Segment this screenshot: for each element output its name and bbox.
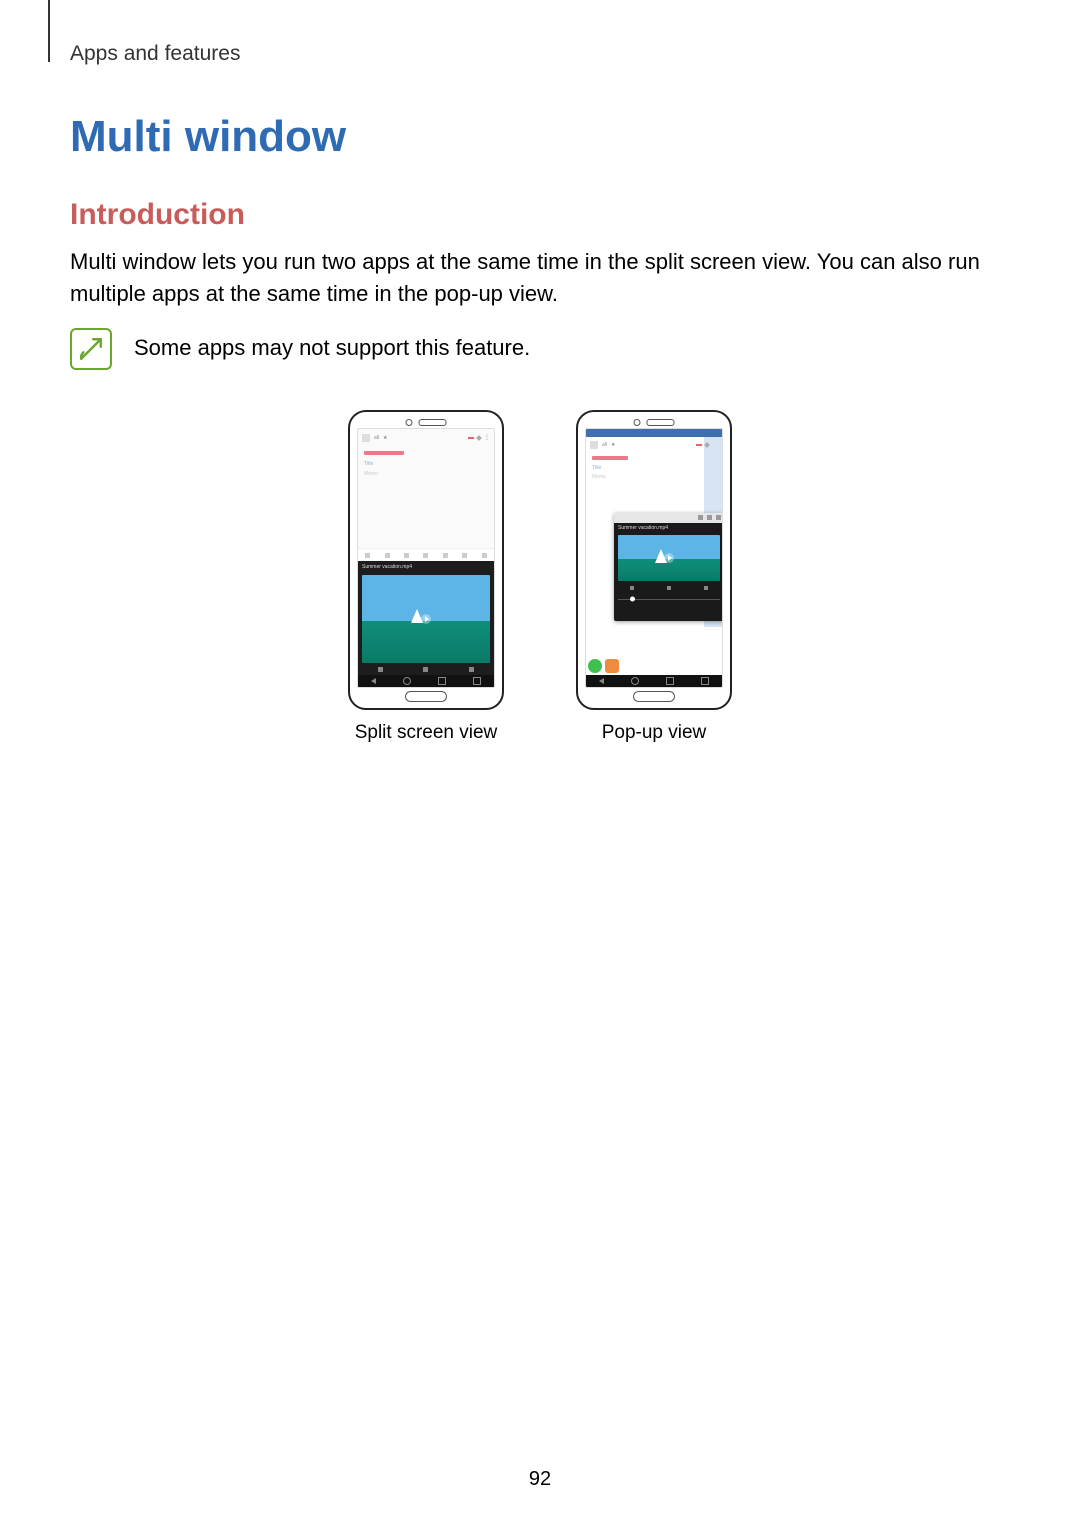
dock-icons: [588, 659, 619, 673]
close-icon: [716, 515, 721, 520]
page-tab-mark: [48, 0, 50, 62]
maximize-icon: [707, 515, 712, 520]
split-toolbar: [358, 548, 494, 561]
note-row: Some apps may not support this feature.: [70, 328, 1010, 370]
minimize-icon: [698, 515, 703, 520]
play-icon: [664, 553, 674, 563]
phone-screen: all★ ⋮ Title Memo Summer va: [585, 428, 723, 688]
background-app: all★ ⋮ Title Memo Summer va: [586, 429, 722, 687]
seek-bar: [618, 595, 720, 603]
page-number: 92: [0, 1468, 1080, 1491]
phone-app-icon: [588, 659, 602, 673]
intro-paragraph: Multi window lets you run two apps at th…: [70, 246, 1010, 310]
play-icon: [421, 614, 431, 624]
phone-earpiece: [634, 419, 675, 426]
phone-screen: all★ ⋮ Title Memo Summer vacation.mp4: [357, 428, 495, 688]
popup-titlebar: [614, 513, 723, 523]
figure-caption: Pop-up view: [602, 722, 707, 744]
figure-caption: Split screen view: [355, 722, 498, 744]
page-title: Multi window: [70, 112, 1010, 162]
section-subtitle: Introduction: [70, 198, 1010, 232]
note-icon: [70, 328, 112, 370]
video-thumbnail: [362, 575, 490, 662]
section-breadcrumb: Apps and features: [70, 42, 1010, 66]
phone-earpiece: [406, 419, 447, 426]
note-text: Some apps may not support this feature.: [134, 328, 530, 364]
home-button: [405, 691, 447, 702]
figure-split-screen: all★ ⋮ Title Memo Summer vacation.mp4: [348, 410, 504, 744]
figure-popup-view: all★ ⋮ Title Memo Summer va: [576, 410, 732, 744]
video-thumbnail: [618, 535, 720, 581]
android-navbar: [586, 675, 722, 687]
android-navbar: [358, 675, 494, 687]
split-bottom-app: Summer vacation.mp4: [358, 561, 494, 686]
home-button: [633, 691, 675, 702]
figures-row: all★ ⋮ Title Memo Summer vacation.mp4: [70, 410, 1010, 744]
contacts-app-icon: [605, 659, 619, 673]
phone-mockup: all★ ⋮ Title Memo Summer vacation.mp4: [348, 410, 504, 710]
manual-page: Apps and features Multi window Introduct…: [0, 0, 1080, 1527]
split-top-app: all★ ⋮ Title Memo: [358, 429, 494, 549]
phone-mockup: all★ ⋮ Title Memo Summer va: [576, 410, 732, 710]
popup-window: Summer vacation.mp4: [614, 513, 723, 621]
